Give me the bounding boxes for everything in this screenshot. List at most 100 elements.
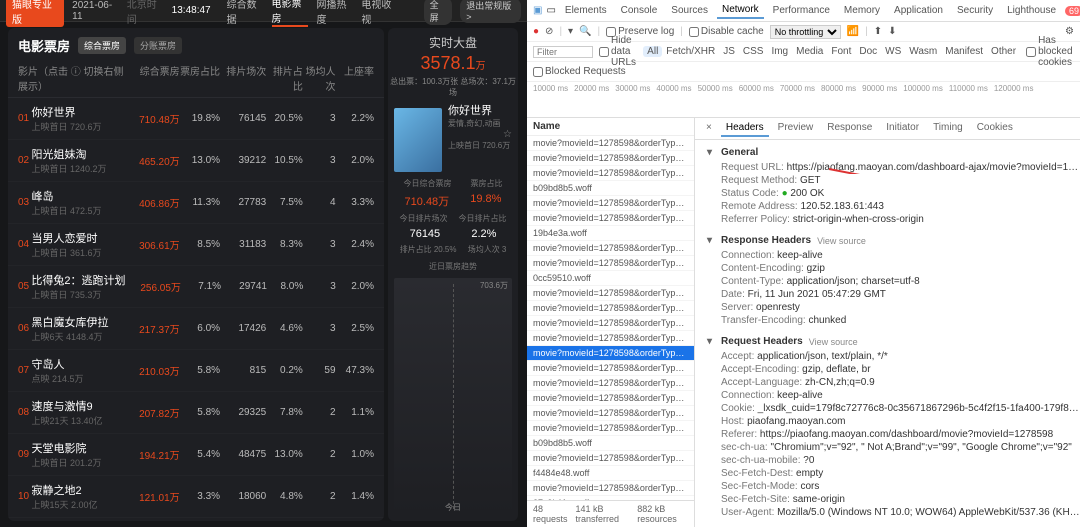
request-item[interactable]: movie?movieId=1278598&orderType=0&uuid=1… <box>527 391 694 406</box>
col-share[interactable]: 票房占比 <box>180 63 220 93</box>
rank-chip-b[interactable]: 分账票房 <box>134 37 182 54</box>
movie-poster[interactable] <box>394 108 442 172</box>
filter-chip[interactable]: Media <box>792 46 827 57</box>
request-item[interactable]: movie?movieId=1278598&orderType=0&uuid=1… <box>527 241 694 256</box>
request-item[interactable]: movie?movieId=1278598&orderType=0&uuid=1… <box>527 151 694 166</box>
table-row[interactable]: 02阳光姐妹淘上映首日 1240.2万 465.20万13.0%39212 10… <box>8 140 384 182</box>
request-item[interactable]: movie?movieId=1278598&orderType=0&uuid=1… <box>527 481 694 496</box>
detail-close[interactable]: × <box>701 120 717 137</box>
dt-tab-lh[interactable]: Lighthouse <box>1002 3 1061 18</box>
col-box[interactable]: 综合票房 <box>124 63 180 93</box>
request-details: × Headers Preview Response Initiator Tim… <box>695 118 1080 527</box>
dt-tab-network[interactable]: Network <box>717 2 764 19</box>
clear-icon[interactable]: ⊘ <box>545 26 553 37</box>
table-row[interactable]: 05比得兔2：逃跑计划上映首日 735.3万 256.05万7.1%29741 … <box>8 266 384 308</box>
request-item[interactable]: movie?movieId=1278598&orderType=0&uuid=1… <box>527 211 694 226</box>
upload-icon[interactable]: ⬆ <box>874 26 882 37</box>
filter-chip[interactable]: JS <box>719 46 739 57</box>
request-item[interactable]: movie?movieId=1278598&orderType=0&uuid=1… <box>527 376 694 391</box>
trend-chart[interactable]: 703.6万 今日 <box>394 278 512 515</box>
filter-icon[interactable]: ▾ <box>568 26 573 37</box>
col-sess[interactable]: 排片场次 <box>220 63 266 93</box>
filter-chip[interactable]: All <box>643 46 662 57</box>
dt-tab-app[interactable]: Application <box>889 3 948 18</box>
dt-tab-console[interactable]: Console <box>616 3 663 18</box>
rank-chip-a[interactable]: 综合票房 <box>78 37 126 54</box>
request-item[interactable]: movie?movieId=1278598&orderType=0&uuid=1… <box>527 136 694 151</box>
table-row[interactable]: 01你好世界上映首日 720.6万 710.48万19.8%76145 20.5… <box>8 98 384 140</box>
disable-cache-checkbox[interactable]: Disable cache <box>689 26 764 37</box>
online-icon[interactable]: 📶 <box>847 26 859 37</box>
request-item[interactable]: movie?movieId=1278598&orderType=0&uuid=1… <box>527 346 694 361</box>
request-item[interactable]: movie?movieId=1278598&orderType=0&uuid=1… <box>527 451 694 466</box>
request-item[interactable]: movie?movieId=1278598&orderType=0&uuid=1… <box>527 196 694 211</box>
request-item[interactable]: b09bd8b5.woff <box>527 436 694 451</box>
section-response-headers[interactable]: Response Headers View source <box>707 232 1080 249</box>
request-item[interactable]: movie?movieId=1278598&orderType=0&uuid=1… <box>527 301 694 316</box>
blocked-requests-checkbox[interactable]: Blocked Requests <box>533 66 626 77</box>
filter-chip[interactable]: Doc <box>855 46 881 57</box>
filter-chip[interactable]: Font <box>827 46 855 57</box>
filter-chip[interactable]: Wasm <box>905 46 941 57</box>
date-picker[interactable]: 2021-06-11 <box>72 0 119 22</box>
fullscreen-button[interactable]: 全屏 <box>424 0 453 25</box>
detail-tab-headers[interactable]: Headers <box>721 120 769 137</box>
col-occ[interactable]: 上座率 <box>336 63 374 93</box>
request-item[interactable]: movie?movieId=1278598&orderType=0&uuid=1… <box>527 361 694 376</box>
request-item[interactable]: movie?movieId=1278598&orderType=0&uuid=1… <box>527 256 694 271</box>
request-item[interactable]: f4484e48.woff <box>527 466 694 481</box>
table-row[interactable]: 09天堂电影院上映首日 201.2万 194.21万5.4%48475 13.0… <box>8 434 384 476</box>
request-item[interactable]: movie?movieId=1278598&orderType=0&uuid=1… <box>527 331 694 346</box>
exit-mode-button[interactable]: 退出常规版 > <box>460 0 521 23</box>
side-movie-title[interactable]: 你好世界 <box>448 102 512 118</box>
detail-tab-cookies[interactable]: Cookies <box>972 120 1018 137</box>
view-source-request[interactable]: View source <box>809 337 858 347</box>
table-row[interactable]: 06黑白魔女库伊拉上映6天 4148.4万 217.37万6.0%17426 4… <box>8 308 384 350</box>
request-item[interactable]: movie?movieId=1278598&orderType=0&uuid=1… <box>527 166 694 181</box>
table-row[interactable]: 07守岛人点映 214.5万 210.03万5.8%815 0.2%5947.3… <box>8 350 384 392</box>
table-row[interactable]: 03峰岛上映首日 472.5万 406.86万11.3%27783 7.5%43… <box>8 182 384 224</box>
view-source-response[interactable]: View source <box>817 236 866 246</box>
table-row[interactable]: 10寂静之地2上映15天 2.00亿 121.01万3.3%18060 4.8%… <box>8 476 384 518</box>
filter-chip[interactable]: Fetch/XHR <box>662 46 719 57</box>
section-general[interactable]: General <box>707 144 1080 161</box>
detail-tab-timing[interactable]: Timing <box>928 120 968 137</box>
dt-tab-sec[interactable]: Security <box>952 3 998 18</box>
request-item[interactable]: 0cc59510.woff <box>527 271 694 286</box>
filter-chip[interactable]: CSS <box>739 46 768 57</box>
col-avg[interactable]: 场均人次 <box>303 63 336 93</box>
request-item[interactable]: movie?movieId=1278598&orderType=0&uuid=1… <box>527 406 694 421</box>
search-icon[interactable]: 🔍 <box>579 26 591 37</box>
download-icon[interactable]: ⬇ <box>888 26 896 37</box>
detail-tab-response[interactable]: Response <box>822 120 877 137</box>
table-row[interactable]: 08速度与激情9上映21天 13.40亿 207.82万5.8%29325 7.… <box>8 392 384 434</box>
request-item[interactable]: movie?movieId=1278598&orderType=0&uuid=1… <box>527 286 694 301</box>
network-timeline[interactable]: 10000 ms20000 ms30000 ms40000 ms50000 ms… <box>527 82 1080 118</box>
dt-tab-sources[interactable]: Sources <box>666 3 713 18</box>
error-count[interactable]: 69 <box>1065 6 1080 16</box>
table-row[interactable]: 11悬崖之上上映43天 11.56亿 116.65万3.2%7512 2.0%5… <box>8 518 384 521</box>
table-row[interactable]: 04当男人恋爱时上映首日 361.6万 306.61万8.5%31183 8.3… <box>8 224 384 266</box>
request-item[interactable]: 19b4e3a.woff <box>527 226 694 241</box>
filter-chip[interactable]: WS <box>881 46 905 57</box>
detail-tab-preview[interactable]: Preview <box>773 120 819 137</box>
filter-chip[interactable]: Other <box>987 46 1020 57</box>
device-icon[interactable]: ▭ <box>546 5 555 16</box>
dt-tab-perf[interactable]: Performance <box>768 3 835 18</box>
request-item[interactable]: movie?movieId=1278598&orderType=0&uuid=1… <box>527 421 694 436</box>
col-sshare[interactable]: 排片占比 <box>266 63 303 93</box>
filter-chip[interactable]: Manifest <box>941 46 987 57</box>
request-item[interactable]: movie?movieId=1278598&orderType=0&uuid=1… <box>527 316 694 331</box>
inspect-icon[interactable]: ▣ <box>533 5 542 16</box>
filter-input[interactable] <box>533 46 593 58</box>
dt-tab-elements[interactable]: Elements <box>560 3 612 18</box>
filter-chip[interactable]: Img <box>767 46 792 57</box>
request-list-header[interactable]: Name <box>527 118 694 136</box>
col-hint: 影片（点击 ⓘ 切换右侧展示） <box>18 63 124 93</box>
throttling-select[interactable]: No throttling <box>770 25 841 39</box>
detail-tab-initiator[interactable]: Initiator <box>881 120 924 137</box>
record-icon[interactable]: ● <box>533 26 539 37</box>
request-item[interactable]: b09bd8b5.woff <box>527 181 694 196</box>
dt-tab-memory[interactable]: Memory <box>839 3 885 18</box>
section-request-headers[interactable]: Request Headers View source <box>707 333 1080 350</box>
